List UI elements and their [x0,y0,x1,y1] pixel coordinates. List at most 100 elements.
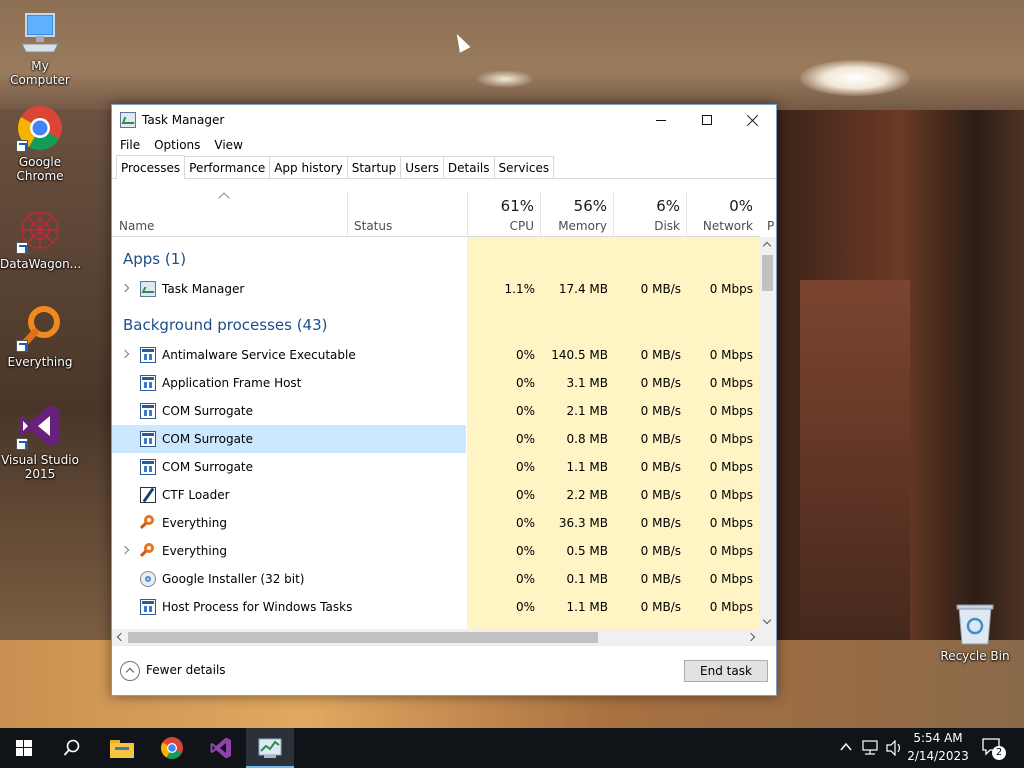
scroll-left-icon[interactable] [116,632,126,642]
fewer-details-link[interactable]: Fewer details [146,663,226,677]
clock-time[interactable]: 5:54 AM [904,731,972,745]
tab-app-history[interactable]: App history [269,156,348,178]
cpu-value: 0% [515,600,535,614]
close-button[interactable] [730,105,776,135]
datawagon-icon [16,206,64,254]
network-icon[interactable] [862,740,880,756]
column-header-memory[interactable]: 56% Memory [540,191,613,237]
minimize-button[interactable] [638,105,684,135]
chevron-right-icon[interactable] [120,349,130,359]
vertical-scroll-thumb[interactable] [762,255,773,291]
table-row[interactable]: COM Surrogate 0% 2.1 MB 0 MB/s 0 Mbps [112,397,760,425]
memory-value: 17.4 MB [558,282,608,296]
process-name: CTF Loader [162,488,230,502]
scroll-down-icon[interactable] [762,615,772,625]
task-manager-icon [258,738,282,758]
desktop-icon-visual-studio[interactable]: Visual Studio 2015 [0,402,80,481]
disk-value: 0 MB/s [640,600,681,614]
chevron-right-icon[interactable] [120,283,130,293]
taskbar: 5:54 AM 2/14/2023 2 [0,728,1024,768]
memory-value: 140.5 MB [551,348,608,362]
menu-file[interactable]: File [120,138,140,152]
desktop-icon-my-computer[interactable]: My Computer [0,8,80,87]
column-header-network[interactable]: 0% Network [686,191,759,237]
search-button[interactable] [48,728,96,768]
table-row[interactable]: Everything 0% 0.5 MB 0 MB/s 0 Mbps [112,537,760,565]
tab-users[interactable]: Users [400,156,444,178]
taskbar-task-manager[interactable] [246,728,294,768]
process-name: Host Process for Windows Tasks [162,600,353,614]
maximize-button[interactable] [684,105,730,135]
end-task-button[interactable]: End task [684,660,768,682]
scroll-up-icon[interactable] [762,241,772,251]
table-row[interactable]: Host Process for Windows Tasks 0% 1.1 MB 0 … [112,593,760,621]
desktop-icon-datawagon[interactable]: DataWagon... [0,206,81,271]
scroll-right-icon[interactable] [746,632,756,642]
minimize-icon [656,119,666,121]
desktop-icon-chrome[interactable]: Google Chrome [0,104,80,183]
network-value: 0 Mbps [709,404,753,418]
taskbar-chrome[interactable] [148,728,196,768]
network-value: 0 Mbps [709,460,753,474]
cpu-value: 0% [515,460,535,474]
table-row[interactable]: Application Frame Host 0% 3.1 MB 0 MB/s 0 Mb… [112,369,760,397]
tab-services[interactable]: Services [493,156,555,178]
desktop-icon-label: Google Chrome [16,155,64,183]
recycle-bin-icon [955,602,995,646]
ctf-loader-icon [140,487,156,503]
vertical-scrollbar[interactable] [759,237,776,629]
horizontal-scrollbar[interactable] [112,629,760,646]
disk-value: 0 MB/s [640,572,681,586]
column-header-name[interactable]: Name [112,191,347,237]
cpu-value: 0% [515,572,535,586]
disk-value: 0 MB/s [640,282,681,296]
everything-icon [140,515,156,531]
column-header-cpu[interactable]: 61% CPU [467,191,540,237]
taskbar-visual-studio[interactable] [197,728,245,768]
sort-up-icon [218,192,230,204]
group-header-apps[interactable]: Apps (1) [112,245,760,273]
clock-date[interactable]: 2/14/2023 [904,749,972,763]
table-row[interactable]: Everything 0% 36.3 MB 0 MB/s 0 Mbps [112,509,760,537]
desktop-icon-recycle-bin[interactable]: Recycle Bin [935,602,1015,663]
table-row[interactable]: Antimalware Service Executable 0% 140.5 MB… [112,341,760,369]
action-center-button[interactable]: 2 [982,738,1006,760]
title-bar[interactable]: Task Manager [112,105,776,135]
task-manager-window[interactable]: Task Manager File Options View Processes… [111,104,777,696]
tab-performance[interactable]: Performance [184,156,271,178]
start-button[interactable] [0,728,48,768]
table-row[interactable]: COM Surrogate 0% 1.1 MB 0 MB/s 0 Mbps [112,453,760,481]
table-row[interactable]: CTF Loader 0% 2.2 MB 0 MB/s 0 Mbps [112,481,760,509]
column-header-row: Name Status 61% CPU 56% Memory 6% Disk 0… [112,191,774,237]
service-icon [140,375,156,391]
horizontal-scroll-thumb[interactable] [128,632,598,643]
taskbar-file-explorer[interactable] [98,728,146,768]
group-header-background[interactable]: Background processes (43) [112,311,760,339]
column-header-disk[interactable]: 6% Disk [613,191,686,237]
memory-value: 2.2 MB [566,488,608,502]
cpu-value: 0% [515,544,535,558]
tab-startup[interactable]: Startup [346,156,402,178]
column-header-overflow[interactable]: P [759,191,774,237]
process-list[interactable]: Apps (1) Background processes (43) Task … [112,237,760,629]
table-row[interactable]: Task Manager 1.1% 17.4 MB 0 MB/s 0 Mbps [112,275,760,303]
chevron-up-icon[interactable] [120,661,140,681]
memory-value: 0.8 MB [566,432,608,446]
tab-processes[interactable]: Processes [116,155,186,179]
menu-view[interactable]: View [214,138,242,152]
table-row[interactable]: COM Surrogate 0% 0.8 MB 0 MB/s 0 Mbps [112,425,753,453]
menu-options[interactable]: Options [154,138,200,152]
column-header-status[interactable]: Status [347,191,467,237]
chevron-up-icon[interactable] [840,742,852,752]
desktop-icon-everything[interactable]: Everything [0,304,80,369]
close-icon [747,114,759,126]
chevron-right-icon[interactable] [120,545,130,555]
volume-icon[interactable] [886,740,904,756]
wallpaper-door [800,280,910,700]
memory-value: 36.3 MB [558,516,608,530]
disk-value: 0 MB/s [640,404,681,418]
tab-details[interactable]: Details [442,156,495,178]
table-row[interactable]: Google Installer (32 bit) 0% 0.1 MB 0 MB/s 0… [112,565,760,593]
disk-value: 0 MB/s [640,432,681,446]
network-value: 0 Mbps [709,572,753,586]
